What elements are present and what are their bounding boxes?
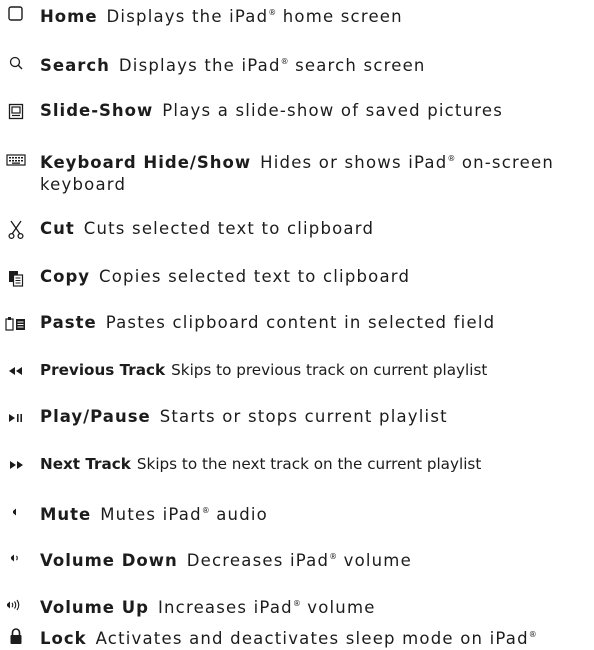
command-description: Starts or stops current playlist (159, 407, 448, 426)
command-description: Skips to previous track on current playl… (171, 361, 488, 379)
mute-icon (4, 503, 28, 521)
command-name: Next Track (40, 455, 131, 473)
command-description: Mutes iPad® audio (100, 505, 268, 524)
volume-down-icon (4, 549, 28, 567)
slideshow-icon (4, 103, 28, 121)
volume-up-icon (4, 596, 28, 614)
lock-icon (4, 627, 28, 645)
play-pause-icon (4, 409, 28, 427)
command-name: Lock (40, 629, 87, 648)
scissors-icon (4, 220, 28, 240)
search-icon (4, 54, 28, 72)
command-name: Mute (40, 505, 92, 524)
rewind-icon (4, 362, 28, 380)
command-name: Search (40, 56, 110, 75)
command-description: Decreases iPad® volume (186, 551, 412, 570)
copy-icon (4, 269, 28, 287)
command-description: Displays the iPad® search screen (118, 56, 426, 75)
command-description: Pastes clipboard content in selected fie… (105, 313, 496, 332)
command-name: Play/Pause (40, 407, 151, 426)
command-name: Cut (40, 219, 75, 238)
command-description: Displays the iPad® home screen (106, 7, 403, 26)
command-list: Home Displays the iPad® home screen Searc… (0, 0, 594, 648)
command-name: Previous Track (40, 361, 166, 379)
command-name: Volume Down (40, 551, 178, 570)
command-description: Plays a slide-show of saved pictures (162, 101, 504, 120)
command-name: Paste (40, 313, 97, 332)
fast-forward-icon (4, 456, 28, 474)
command-description: Increases iPad® volume (157, 598, 376, 617)
command-name: Copy (40, 267, 91, 286)
command-name: Keyboard Hide/Show (40, 153, 252, 172)
command-name: Volume Up (40, 598, 149, 617)
command-description: Activates and deactivates sleep mode on … (95, 629, 537, 648)
command-name: Slide-Show (40, 101, 154, 120)
command-description: Copies selected text to clipboard (99, 267, 411, 286)
command-description: Skips to the next track on the current p… (136, 455, 482, 473)
paste-icon (4, 315, 28, 333)
keyboard-icon (4, 151, 28, 169)
command-name: Home (40, 7, 98, 26)
home-icon (4, 5, 28, 23)
command-description: Cuts selected text to clipboard (83, 219, 375, 238)
